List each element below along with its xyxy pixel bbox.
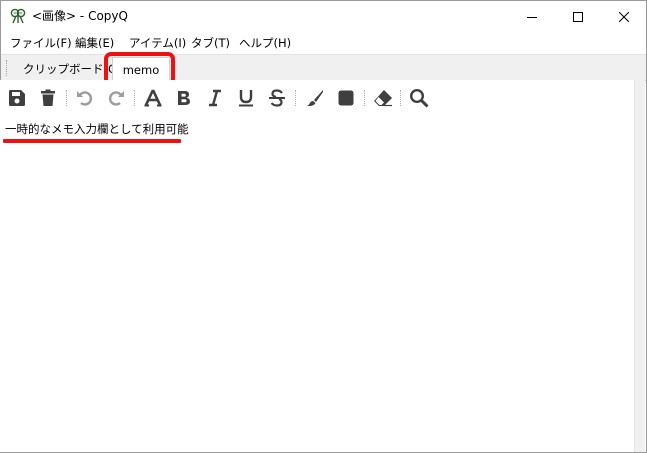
save-icon	[9, 90, 25, 106]
menu-bar: ファイル(F) 編集(E) アイテム(I) タブ(T) ヘルプ(H)	[1, 32, 646, 54]
close-button[interactable]	[601, 1, 647, 32]
minimize-icon	[527, 16, 537, 18]
redo-button[interactable]	[104, 86, 128, 110]
italic-button[interactable]	[203, 86, 227, 110]
underline-icon	[239, 90, 253, 107]
italic-icon	[209, 89, 221, 107]
font-button[interactable]	[141, 86, 165, 110]
strikethrough-icon	[269, 89, 285, 107]
minimize-button[interactable]	[509, 1, 555, 32]
delete-button[interactable]	[36, 86, 60, 110]
background-color-icon	[338, 90, 354, 106]
toolbar-separator	[295, 90, 296, 106]
text-underline-annotation	[3, 139, 181, 143]
strikethrough-button[interactable]	[265, 86, 289, 110]
toolbar-separator	[66, 90, 67, 106]
maximize-icon	[573, 11, 583, 22]
foreground-color-icon	[307, 90, 323, 106]
undo-icon	[77, 91, 93, 106]
erase-style-icon	[374, 90, 392, 107]
menu-item[interactable]: アイテム(I)	[129, 36, 186, 50]
menu-help[interactable]: ヘルプ(H)	[239, 36, 291, 50]
memo-text[interactable]: 一時的なメモ入力欄として利用可能	[5, 122, 189, 136]
underline-button[interactable]	[234, 86, 258, 110]
search-button[interactable]	[407, 86, 431, 110]
search-icon	[409, 88, 429, 108]
erase-style-button[interactable]	[371, 86, 395, 110]
close-icon	[619, 11, 629, 22]
background-color-button[interactable]	[334, 86, 358, 110]
bold-icon	[178, 91, 190, 105]
menu-file[interactable]: ファイル(F)	[10, 36, 72, 50]
copyq-app-icon	[10, 8, 26, 24]
bold-button[interactable]	[172, 86, 196, 110]
save-button[interactable]	[5, 86, 29, 110]
toolbar-separator	[134, 90, 135, 106]
title-bar: <画像> - CopyQ	[1, 1, 646, 32]
maximize-button[interactable]	[555, 1, 601, 32]
toolbar-separator	[400, 90, 401, 106]
tab-bar: クリップボード(C) memo	[1, 54, 646, 82]
undo-button[interactable]	[73, 86, 97, 110]
vertical-scrollbar[interactable]	[634, 80, 645, 452]
menu-edit[interactable]: 編集(E)	[75, 36, 114, 50]
window-title: <画像> - CopyQ	[32, 9, 128, 23]
foreground-color-button[interactable]	[303, 86, 327, 110]
editor-toolbar	[0, 84, 634, 112]
menu-tab[interactable]: タブ(T)	[191, 36, 230, 50]
delete-icon	[41, 89, 55, 106]
font-icon	[144, 89, 162, 107]
toolbar-grip[interactable]	[6, 60, 8, 76]
toolbar-separator	[364, 90, 365, 106]
redo-icon	[108, 91, 124, 106]
